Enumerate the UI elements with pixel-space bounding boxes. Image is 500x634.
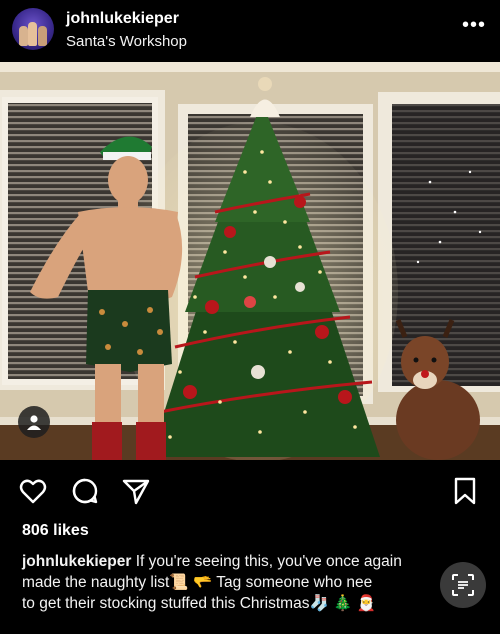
avatar-figure [38,26,47,46]
text-scan-icon [452,574,474,596]
caption-text: If you're seeing this, you've once again [131,553,402,570]
bookmark-outline-icon[interactable] [450,476,480,506]
caption-text: made the naughty list📜 🫳 Tag someone who… [22,574,373,591]
more-options-icon[interactable]: ••• [462,14,486,37]
heart-outline-icon[interactable] [18,476,48,506]
caption-text: to get their stocking stuffed this Chris… [22,595,376,612]
post-photo[interactable] [0,62,500,460]
location-label[interactable]: Santa's Workshop [66,33,187,50]
person-icon [27,415,41,430]
action-bar [0,470,500,510]
avatar-figure [28,22,37,46]
avatar-figure [19,26,28,46]
comment-bubble-icon[interactable] [70,476,100,506]
username[interactable]: johnlukekieper [66,10,179,28]
text-scan-button[interactable] [440,562,486,608]
paper-plane-icon[interactable] [121,476,151,506]
caption-username[interactable]: johnlukekieper [22,553,131,570]
photo-illustration [0,62,500,460]
tagged-users-icon[interactable] [18,406,50,438]
post-caption: johnlukekieper If you're seeing this, yo… [22,551,486,614]
post-header: johnlukekieper Santa's Workshop ••• [0,0,500,62]
avatar[interactable] [12,8,54,50]
likes-count[interactable]: 806 likes [22,522,89,540]
